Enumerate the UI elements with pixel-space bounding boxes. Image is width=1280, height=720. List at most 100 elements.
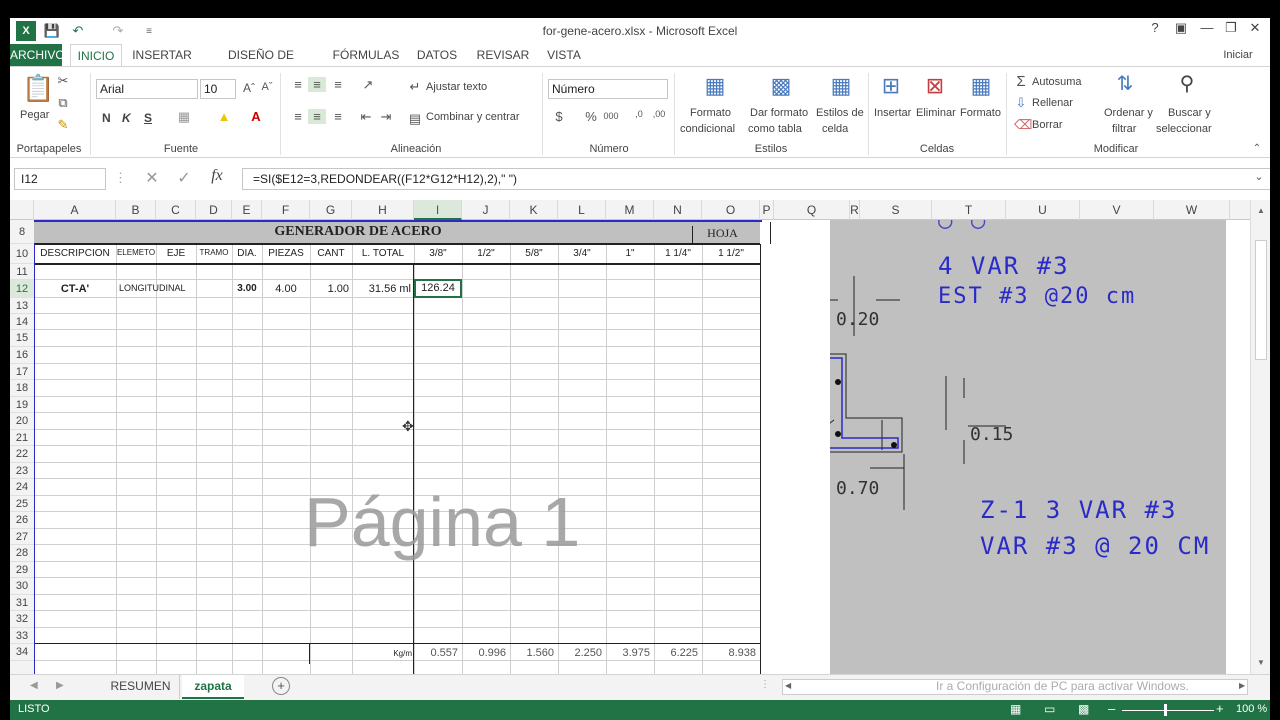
paste-icon[interactable]: 📋 bbox=[22, 73, 54, 105]
font-name-select[interactable]: Arial bbox=[96, 79, 198, 99]
align-center-icon[interactable]: ≡ bbox=[308, 109, 326, 124]
column-header-j[interactable]: J bbox=[462, 200, 510, 220]
insert-function-icon[interactable]: fx bbox=[206, 167, 228, 185]
insert-cells-button[interactable]: Insertar bbox=[874, 107, 911, 119]
delete-cells-icon[interactable]: ⊠ bbox=[920, 73, 950, 99]
row-header-14[interactable]: 14 bbox=[10, 314, 34, 330]
format-cells-icon[interactable]: ▦ bbox=[966, 73, 996, 99]
row-header-20[interactable]: 20 bbox=[10, 413, 34, 430]
tab-formulas[interactable]: FÓRMULAS bbox=[328, 44, 404, 66]
row-header-8[interactable]: 8 bbox=[10, 220, 34, 244]
tab-datos[interactable]: DATOS bbox=[412, 44, 462, 66]
decrease-indent-icon[interactable]: ⇤ bbox=[358, 109, 374, 125]
copy-icon[interactable]: ⧉ bbox=[56, 95, 70, 111]
ribbon-options-icon[interactable]: ▣ bbox=[1168, 20, 1194, 40]
row-header-34[interactable]: 34 bbox=[10, 644, 34, 661]
selected-cell-i12[interactable]: 126.24 bbox=[414, 279, 462, 298]
column-header-c[interactable]: C bbox=[156, 200, 196, 220]
column-header-d[interactable]: D bbox=[196, 200, 232, 220]
column-header-r[interactable]: R bbox=[850, 200, 860, 220]
row-header-17[interactable]: 17 bbox=[10, 364, 34, 380]
row-header-22[interactable]: 22 bbox=[10, 446, 34, 463]
column-header-n[interactable]: N bbox=[654, 200, 702, 220]
clear-button[interactable]: Borrar bbox=[1032, 119, 1063, 131]
cell-elem[interactable]: LONGITUDINAL bbox=[119, 283, 193, 293]
cell-dia[interactable]: 3.00 bbox=[235, 283, 259, 294]
align-top-icon[interactable]: ≡ bbox=[290, 77, 306, 92]
cell-styles-label-2[interactable]: celda bbox=[822, 123, 848, 135]
increase-decimal-icon[interactable]: ,0 bbox=[632, 109, 646, 119]
column-header-e[interactable]: E bbox=[232, 200, 262, 220]
row-header-18[interactable]: 18 bbox=[10, 380, 34, 397]
sheet-tab-zapata[interactable]: zapata bbox=[182, 675, 244, 699]
tab-inicio[interactable]: INICIO bbox=[70, 44, 122, 66]
format-painter-icon[interactable]: ✎ bbox=[56, 117, 70, 133]
conditional-format-label-1[interactable]: Formato bbox=[690, 107, 731, 119]
tab-revisar[interactable]: REVISAR bbox=[472, 44, 534, 66]
cell-piezas[interactable]: 4.00 bbox=[265, 283, 307, 295]
comma-style-icon[interactable]: 000 bbox=[602, 111, 620, 121]
tab-vista[interactable]: VISTA bbox=[542, 44, 586, 66]
conditional-format-label-2[interactable]: condicional bbox=[680, 123, 735, 135]
row-header-13[interactable]: 13 bbox=[10, 298, 34, 314]
row-header-12[interactable]: 12 bbox=[10, 280, 34, 298]
row-header-11[interactable]: 11 bbox=[10, 264, 34, 280]
cell-ltotal[interactable]: 31.56 ml bbox=[355, 283, 411, 295]
column-header-i[interactable]: I bbox=[414, 200, 462, 220]
column-header-a[interactable]: A bbox=[34, 200, 116, 220]
scroll-right-icon[interactable]: ▶ bbox=[1239, 681, 1245, 690]
find-select-label-1[interactable]: Buscar y bbox=[1168, 107, 1211, 119]
shrink-font-icon[interactable]: Aˇ bbox=[260, 81, 274, 93]
row-header-16[interactable]: 16 bbox=[10, 347, 34, 364]
column-header-v[interactable]: V bbox=[1080, 200, 1154, 220]
find-select-icon[interactable]: ⚲ bbox=[1172, 71, 1202, 96]
row-header-21[interactable]: 21 bbox=[10, 430, 34, 446]
cell-styles-label-1[interactable]: Estilos de bbox=[816, 107, 864, 119]
fill-color-icon[interactable]: ▲ bbox=[216, 109, 232, 124]
kgm-value[interactable]: 8.938 bbox=[702, 647, 756, 659]
fill-button[interactable]: Rellenar bbox=[1032, 97, 1073, 109]
normal-view-icon[interactable]: ▦ bbox=[1010, 702, 1021, 716]
orientation-icon[interactable]: ↗ bbox=[358, 77, 378, 93]
column-header-k[interactable]: K bbox=[510, 200, 558, 220]
paste-button[interactable]: Pegar bbox=[20, 109, 49, 121]
row-header-27[interactable]: 27 bbox=[10, 529, 34, 545]
enter-icon[interactable]: ✓ bbox=[174, 168, 194, 188]
column-header-s[interactable]: S bbox=[860, 200, 932, 220]
zoom-slider[interactable] bbox=[1122, 710, 1214, 711]
insert-cells-icon[interactable]: ⊞ bbox=[876, 73, 906, 99]
tab-diseno-pagina[interactable]: DISEÑO DE PÁGINA bbox=[206, 44, 316, 84]
conditional-format-icon[interactable]: ▦ bbox=[700, 73, 730, 99]
minimize-button[interactable]: — bbox=[1194, 20, 1220, 40]
column-header-m[interactable]: M bbox=[606, 200, 654, 220]
row-header-19[interactable]: 19 bbox=[10, 397, 34, 413]
kgm-value[interactable]: 3.975 bbox=[606, 647, 650, 659]
zoom-slider-thumb[interactable] bbox=[1164, 704, 1167, 716]
signin-link[interactable]: Iniciar sesión bbox=[1206, 44, 1270, 83]
delete-cells-button[interactable]: Eliminar bbox=[916, 107, 956, 119]
column-header-f[interactable]: F bbox=[262, 200, 310, 220]
row-header-26[interactable]: 26 bbox=[10, 512, 34, 529]
sort-filter-label-2[interactable]: filtrar bbox=[1112, 123, 1136, 135]
restore-button[interactable]: ❐ bbox=[1218, 20, 1244, 40]
column-header-g[interactable]: G bbox=[310, 200, 352, 220]
close-button[interactable]: ✕ bbox=[1242, 20, 1268, 40]
column-header-u[interactable]: U bbox=[1006, 200, 1080, 220]
row-header-30[interactable]: 30 bbox=[10, 578, 34, 595]
column-header-h[interactable]: H bbox=[352, 200, 414, 220]
percent-icon[interactable]: % bbox=[584, 109, 598, 124]
underline-button[interactable]: S bbox=[144, 111, 152, 125]
sort-filter-icon[interactable]: ⇅ bbox=[1110, 71, 1140, 96]
column-header-p[interactable]: P bbox=[760, 200, 774, 220]
column-header-t[interactable]: T bbox=[932, 200, 1006, 220]
next-sheet-icon[interactable]: ▶ bbox=[56, 680, 64, 691]
font-color-icon[interactable]: A bbox=[248, 109, 264, 124]
format-table-label-2[interactable]: como tabla bbox=[748, 123, 802, 135]
kgm-value[interactable]: 6.225 bbox=[654, 647, 698, 659]
format-table-icon[interactable]: ▩ bbox=[766, 73, 796, 99]
kgm-value[interactable]: 0.557 bbox=[414, 647, 458, 659]
column-header-b[interactable]: B bbox=[116, 200, 156, 220]
row-header-29[interactable]: 29 bbox=[10, 562, 34, 578]
column-header-q[interactable]: Q bbox=[774, 200, 850, 220]
format-cells-button[interactable]: Formato bbox=[960, 107, 1001, 119]
